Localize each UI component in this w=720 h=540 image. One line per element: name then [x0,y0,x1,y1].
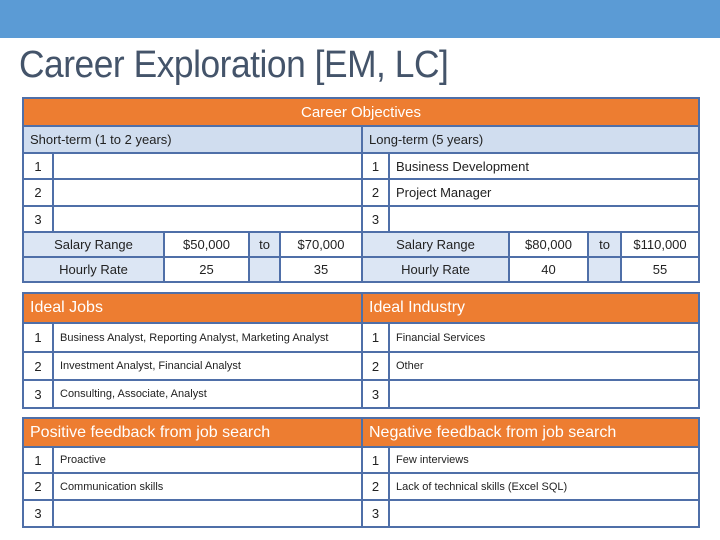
row-number: 3 [361,499,390,528]
long-term-goal-3[interactable] [387,205,701,233]
objective-row: 1 1 Business Development [22,152,701,180]
long-term-salary-label: Salary Range [361,231,510,258]
negative-feedback-2[interactable]: Lack of technical skills (Excel SQL) [388,472,700,501]
positive-feedback-3[interactable] [52,499,363,528]
long-term-hourly-min[interactable]: 40 [508,256,589,283]
short-term-hourly-label: Hourly Rate [22,256,165,283]
row-number: 3 [22,499,54,528]
ideal-industry-3[interactable] [388,379,700,409]
row-number: 2 [361,178,390,207]
row-number: 1 [22,446,54,474]
long-term-salary-max[interactable]: $110,000 [619,231,701,258]
list-item: 1 Proactive 1 Few interviews [22,446,700,474]
ideal-industry-2[interactable]: Other [388,351,700,381]
short-term-salary-to: to [248,231,281,258]
row-number: 1 [361,322,390,353]
top-accent-bar [0,0,720,38]
positive-feedback-header: Positive feedback from job search [22,417,363,448]
short-term-goal-2[interactable] [52,178,363,207]
row-number: 2 [361,351,390,381]
negative-feedback-header: Negative feedback from job search [361,417,700,448]
slide-title: Career Exploration [EM, LC] [19,44,449,86]
long-term-salary-min[interactable]: $80,000 [508,231,589,258]
row-number: 2 [22,351,54,381]
objective-row: 2 2 Project Manager [22,178,701,207]
long-term-hourly-max[interactable]: 55 [619,256,701,283]
career-objectives-table: Career Objectives Short-term (1 to 2 yea… [21,97,701,283]
ideal-job-1[interactable]: Business Analyst, Reporting Analyst, Mar… [52,322,363,353]
feedback-table: Positive feedback from job search Negati… [22,417,700,528]
long-term-label: Long-term (5 years) [360,125,701,154]
ideal-jobs-industry-table: Ideal Jobs Ideal Industry 1 Business Ana… [22,292,700,409]
ideal-industry-header: Ideal Industry [361,292,700,324]
long-term-goal-2[interactable]: Project Manager [387,178,701,207]
row-number: 3 [22,379,54,409]
objective-row: 3 3 [22,205,701,233]
hourly-rate-row: Hourly Rate 25 35 Hourly Rate 40 55 [22,256,701,283]
career-objectives-header: Career Objectives [21,97,701,127]
long-term-hourly-spacer [587,256,622,283]
ideal-industry-1[interactable]: Financial Services [388,322,700,353]
row-number: 3 [22,205,54,233]
short-term-goal-3[interactable] [52,205,363,233]
list-item: 3 Consulting, Associate, Analyst 3 [22,379,700,409]
list-item: 2 Investment Analyst, Financial Analyst … [22,351,700,381]
salary-range-row: Salary Range $50,000 to $70,000 Salary R… [22,231,701,258]
short-term-hourly-min[interactable]: 25 [163,256,250,283]
positive-feedback-2[interactable]: Communication skills [52,472,363,501]
row-number: 3 [361,379,390,409]
row-number: 1 [22,322,54,353]
ideal-job-2[interactable]: Investment Analyst, Financial Analyst [52,351,363,381]
short-term-salary-min[interactable]: $50,000 [163,231,250,258]
negative-feedback-3[interactable] [388,499,700,528]
list-item: 2 Communication skills 2 Lack of technic… [22,472,700,501]
short-term-salary-max[interactable]: $70,000 [279,231,363,258]
row-number: 2 [22,472,54,501]
row-number: 1 [361,152,390,180]
row-number: 3 [361,205,390,233]
long-term-goal-1[interactable]: Business Development [387,152,701,180]
row-number: 1 [361,446,390,474]
list-item: 1 Business Analyst, Reporting Analyst, M… [22,322,700,353]
negative-feedback-1[interactable]: Few interviews [388,446,700,474]
short-term-label: Short-term (1 to 2 years) [22,125,363,154]
short-term-goal-1[interactable] [52,152,363,180]
row-number: 2 [22,178,54,207]
short-term-salary-label: Salary Range [22,231,165,258]
long-term-hourly-label: Hourly Rate [361,256,510,283]
positive-feedback-1[interactable]: Proactive [52,446,363,474]
ideal-jobs-header: Ideal Jobs [22,292,363,324]
short-term-hourly-max[interactable]: 35 [279,256,363,283]
ideal-job-3[interactable]: Consulting, Associate, Analyst [52,379,363,409]
row-number: 2 [361,472,390,501]
short-term-hourly-spacer [248,256,281,283]
list-item: 3 3 [22,499,700,528]
row-number: 1 [22,152,54,180]
long-term-salary-to: to [587,231,622,258]
